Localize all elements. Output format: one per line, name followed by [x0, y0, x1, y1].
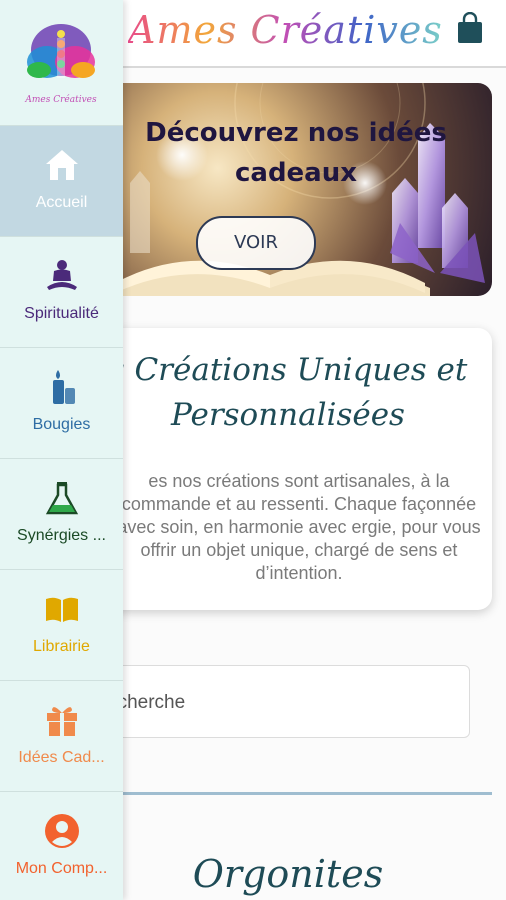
voir-button[interactable]: VOIR [196, 216, 316, 270]
sidebar-item-spiritualite[interactable]: Spiritualité [0, 236, 123, 347]
sidebar-item-label: Bougies [32, 416, 91, 433]
sidebar-item-accueil[interactable]: Accueil [0, 125, 123, 236]
sidebar-item-label: Idées Cad... [18, 749, 105, 766]
sidebar-item-synergies[interactable]: Synérgies ... [0, 458, 123, 569]
search-box[interactable] [84, 665, 470, 739]
gift-icon [47, 707, 77, 736]
sidebar-item-label: Accueil [35, 194, 88, 211]
search-input[interactable] [105, 666, 459, 739]
user-icon [45, 814, 79, 848]
intro-title: s Créations Uniques et Personnalisées [108, 352, 468, 433]
banner-title: Découvrez nos idées cadeaux [145, 118, 447, 188]
sidebar-item-label: Spiritualité [24, 305, 99, 322]
intro-card: s Créations Uniques et Personnalisées es… [84, 328, 492, 610]
home-icon [46, 150, 78, 180]
candle-icon [53, 370, 75, 404]
logo-caption: Ames Créatives [24, 94, 97, 105]
side-navigation: Ames Créatives Accueil Spiritualité Boug… [0, 0, 123, 900]
section-divider [84, 792, 492, 795]
sidebar-item-idees-cadeaux[interactable]: Idées Cad... [0, 680, 123, 791]
section-title: Orgonites [192, 852, 384, 896]
flask-icon [45, 482, 79, 515]
app-screen: Ames Créatives Découvrez nos idées cadea… [0, 0, 506, 900]
sidebar-item-label: Synérgies ... [17, 527, 106, 544]
brand-logo[interactable]: Ames Créatives [18, 8, 104, 110]
sidebar-item-label: Mon Comp... [15, 860, 108, 877]
book-icon [46, 597, 78, 622]
sidebar-item-label: Librairie [33, 638, 90, 655]
meditation-icon [47, 260, 77, 290]
brand-title[interactable]: Ames Créatives [128, 8, 443, 52]
sidebar-item-mon-compte[interactable]: Mon Comp... [0, 791, 123, 900]
promo-banner[interactable]: Découvrez nos idées cadeaux VOIR [100, 83, 492, 296]
sidebar-item-bougies[interactable]: Bougies [0, 347, 123, 458]
sidebar-item-librairie[interactable]: Librairie [0, 569, 123, 680]
intro-text: es nos créations sont artisanales, à la … [117, 471, 481, 583]
shopping-bag-icon[interactable] [455, 12, 485, 44]
